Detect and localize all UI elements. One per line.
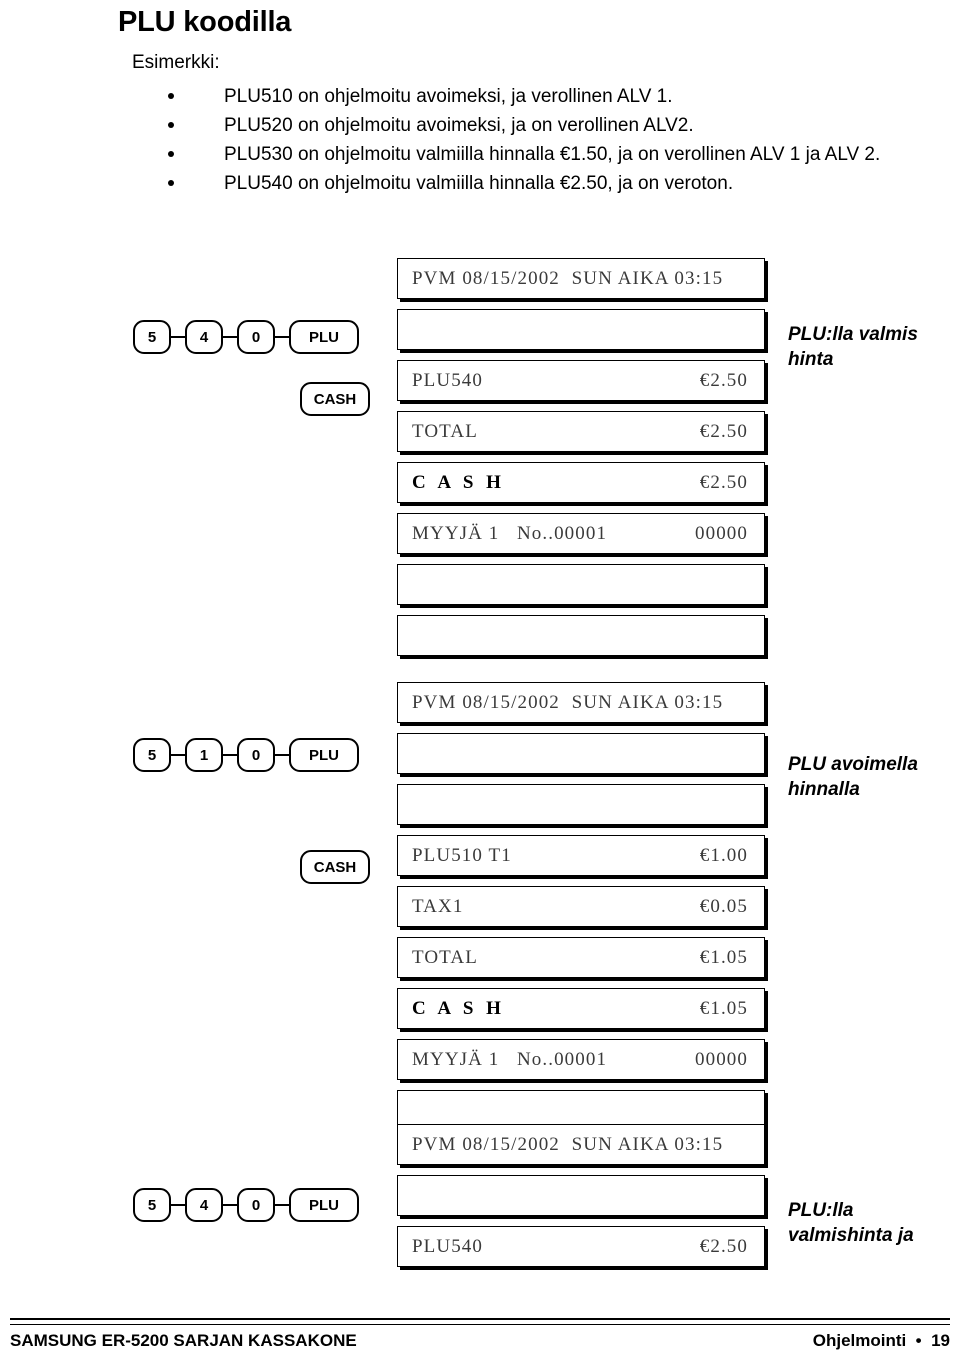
example-bullet-item: PLU540 on ohjelmoitu valmiilla hinnalla … (168, 169, 938, 198)
example-label: Esimerkki: (132, 52, 220, 73)
footer-product-name: SAMSUNG ER-5200 SARJAN KASSAKONE (10, 1331, 357, 1350)
key-connector (275, 335, 289, 339)
receipt-line-label: PLU510 T1 (412, 844, 512, 866)
key-plu[interactable]: PLU (289, 1188, 359, 1222)
receipt-line: PLU510 T1 €1.00 (397, 835, 765, 876)
key-plu[interactable]: PLU (289, 320, 359, 354)
example-bullet-item: PLU520 on ohjelmoitu avoimeksi, ja on ve… (168, 111, 938, 140)
receipt-line-label: MYYJÄ 1 No..00001 (412, 522, 608, 544)
receipt-line: C A S H €2.50 (397, 462, 765, 503)
receipt-line (397, 564, 765, 605)
receipt-annotation: PLU avoimella hinnalla (788, 752, 960, 802)
example-bullet-text: PLU510 on ohjelmoitu avoimeksi, ja verol… (224, 86, 673, 107)
bullet-dot-icon (168, 151, 174, 157)
annotation-line-1: PLU:lla (788, 1200, 854, 1221)
receipt-line: PVM 08/15/2002 SUN AIKA 03:15 (397, 682, 765, 723)
key-5[interactable]: 5 (133, 1188, 171, 1222)
bullet-dot-icon (168, 122, 174, 128)
receipt-line-amount: €0.05 (699, 895, 748, 917)
receipt-line (397, 309, 765, 350)
receipt-annotation: PLU:lla valmis hinta (788, 322, 960, 372)
receipt-printout: PVM 08/15/2002 SUN AIKA 03:15 PLU540 €2.50… (397, 258, 765, 666)
key-connector (275, 753, 289, 757)
footer-rule-thick (10, 1318, 950, 1320)
receipt-line: PLU540 €2.50 (397, 1226, 765, 1267)
key-connector (171, 753, 185, 757)
keypad-sequence: 5 4 0 PLU (133, 1188, 359, 1222)
key-connector (171, 1203, 185, 1207)
receipt-line-label: TOTAL (412, 420, 478, 442)
key-connector (223, 1203, 237, 1207)
annotation-line-2: hinnalla (788, 779, 860, 800)
receipt-line (397, 733, 765, 774)
annotation-line-2: valmishinta ja (788, 1225, 914, 1246)
receipt-line-label: TAX1 (412, 895, 464, 917)
receipt-line (397, 1175, 765, 1216)
receipt-printout: PVM 08/15/2002 SUN AIKA 03:15 PLU510 T1 €1… (397, 682, 765, 1141)
receipt-line: MYYJÄ 1 No..00001 00000 (397, 513, 765, 554)
receipt-line-label: PLU540 (412, 369, 483, 391)
key-connector (171, 335, 185, 339)
receipt-line-amount: 00000 (695, 522, 748, 544)
key-0[interactable]: 0 (237, 1188, 275, 1222)
key-1[interactable]: 1 (185, 738, 223, 772)
receipt-line-label: PVM 08/15/2002 SUN AIKA 03:15 (412, 267, 724, 289)
receipt-line: TOTAL €2.50 (397, 411, 765, 452)
bullet-dot-icon (168, 93, 174, 99)
receipt-line-label: C A S H (412, 471, 505, 493)
receipt-line (397, 615, 765, 656)
receipt-line-amount: €2.50 (699, 369, 748, 391)
keypad-sequence: 5 1 0 PLU (133, 738, 359, 772)
key-cash[interactable]: CASH (300, 850, 370, 884)
receipt-line: TOTAL €1.05 (397, 937, 765, 978)
receipt-line-amount: 00000 (695, 1048, 748, 1070)
keypad-sequence: 5 4 0 PLU (133, 320, 359, 354)
key-5[interactable]: 5 (133, 738, 171, 772)
receipt-line-amount: €1.05 (699, 946, 748, 968)
footer-section-page: Ohjelmointi • 19 (812, 1331, 950, 1350)
receipt-annotation: PLU:lla valmishinta ja (788, 1198, 960, 1248)
key-0[interactable]: 0 (237, 738, 275, 772)
receipt-line-label: PLU540 (412, 1235, 483, 1257)
key-4[interactable]: 4 (185, 1188, 223, 1222)
receipt-line: PLU540 €2.50 (397, 360, 765, 401)
receipt-line-amount: €2.50 (699, 471, 748, 493)
receipt-line-label: PVM 08/15/2002 SUN AIKA 03:15 (412, 1133, 724, 1155)
key-connector (223, 335, 237, 339)
annotation-line-2: hinta (788, 349, 834, 370)
receipt-line: TAX1 €0.05 (397, 886, 765, 927)
receipt-line-amount: €1.00 (699, 844, 748, 866)
key-connector (223, 753, 237, 757)
example-bullet-item: PLU530 on ohjelmoitu valmiilla hinnalla … (168, 140, 938, 169)
receipt-line-label: MYYJÄ 1 No..00001 (412, 1048, 608, 1070)
key-0[interactable]: 0 (237, 320, 275, 354)
page-title: PLU koodilla (118, 6, 292, 38)
receipt-line: PVM 08/15/2002 SUN AIKA 03:15 (397, 258, 765, 299)
receipt-printout: PVM 08/15/2002 SUN AIKA 03:15 PLU540 €2.50 (397, 1124, 765, 1277)
annotation-line-1: PLU:lla valmis (788, 324, 918, 345)
receipt-line: C A S H €1.05 (397, 988, 765, 1029)
key-connector (275, 1203, 289, 1207)
receipt-line-label: C A S H (412, 997, 505, 1019)
example-bullet-text: PLU520 on ohjelmoitu avoimeksi, ja on ve… (224, 115, 694, 136)
receipt-line-amount: €1.05 (699, 997, 748, 1019)
key-5[interactable]: 5 (133, 320, 171, 354)
footer-rule-thin (10, 1324, 950, 1325)
key-plu[interactable]: PLU (289, 738, 359, 772)
receipt-line (397, 784, 765, 825)
example-bullet-text: PLU540 on ohjelmoitu valmiilla hinnalla … (224, 173, 734, 194)
example-bullet-list: PLU510 on ohjelmoitu avoimeksi, ja verol… (168, 82, 938, 198)
key-cash[interactable]: CASH (300, 382, 370, 416)
example-bullet-item: PLU510 on ohjelmoitu avoimeksi, ja verol… (168, 82, 938, 111)
receipt-line-amount: €2.50 (699, 420, 748, 442)
annotation-line-1: PLU avoimella (788, 754, 918, 775)
receipt-line-label: PVM 08/15/2002 SUN AIKA 03:15 (412, 691, 724, 713)
key-4[interactable]: 4 (185, 320, 223, 354)
bullet-dot-icon (168, 180, 174, 186)
example-bullet-text: PLU530 on ohjelmoitu valmiilla hinnalla … (224, 144, 881, 165)
receipt-line-amount: €2.50 (699, 1235, 748, 1257)
receipt-line: MYYJÄ 1 No..00001 00000 (397, 1039, 765, 1080)
receipt-line: PVM 08/15/2002 SUN AIKA 03:15 (397, 1124, 765, 1165)
receipt-line-label: TOTAL (412, 946, 478, 968)
